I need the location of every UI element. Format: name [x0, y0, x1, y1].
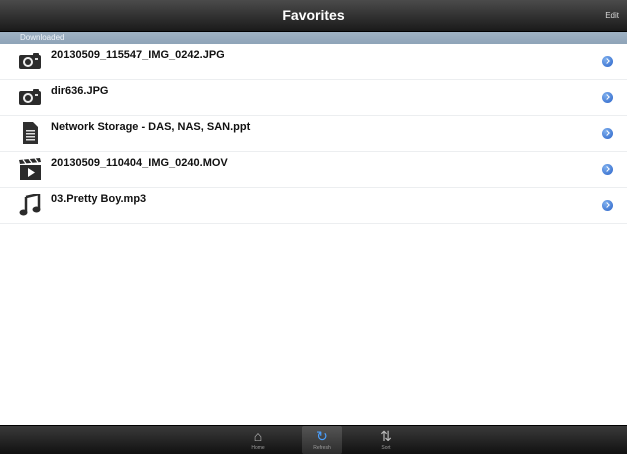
- edit-button[interactable]: Edit: [605, 11, 619, 20]
- tab-label: Home: [251, 445, 265, 451]
- camera-icon: [19, 89, 41, 105]
- navigation-bar: Favorites Edit: [0, 0, 627, 32]
- music-icon: [19, 194, 41, 216]
- favorites-list: 20130509_115547_IMG_0242.JPG dir636.JPG …: [0, 44, 627, 224]
- section-header: Downloaded: [0, 32, 627, 44]
- list-item[interactable]: 03.Pretty Boy.mp3: [0, 188, 627, 224]
- disclosure-icon[interactable]: [602, 56, 613, 67]
- list-item[interactable]: dir636.JPG: [0, 80, 627, 116]
- tab-refresh[interactable]: ↻ Refresh: [302, 426, 342, 454]
- file-name: 03.Pretty Boy.mp3: [51, 193, 147, 205]
- sort-icon: ⇅: [380, 428, 392, 444]
- file-name: 20130509_115547_IMG_0242.JPG: [51, 49, 225, 61]
- video-icon: [19, 158, 41, 180]
- tab-label: Refresh: [313, 445, 331, 451]
- list-item[interactable]: 20130509_110404_IMG_0240.MOV: [0, 152, 627, 188]
- disclosure-icon[interactable]: [602, 92, 613, 103]
- file-name: dir636.JPG: [51, 85, 109, 97]
- refresh-icon: ↻: [316, 428, 328, 444]
- tab-label: Sort: [381, 445, 391, 451]
- list-item[interactable]: Network Storage - DAS, NAS, SAN.ppt: [0, 116, 627, 152]
- home-icon: ⌂: [253, 428, 263, 444]
- tab-bar: ⌂ Home ↻ Refresh ⇅ Sort: [0, 425, 627, 454]
- tab-home[interactable]: ⌂ Home: [238, 426, 278, 454]
- disclosure-icon[interactable]: [602, 164, 613, 175]
- disclosure-icon[interactable]: [602, 200, 613, 211]
- document-icon: [23, 122, 38, 144]
- page-title: Favorites: [282, 7, 345, 23]
- camera-icon: [19, 53, 41, 69]
- tab-sort[interactable]: ⇅ Sort: [366, 426, 406, 454]
- file-name: Network Storage - DAS, NAS, SAN.ppt: [51, 121, 251, 133]
- disclosure-icon[interactable]: [602, 128, 613, 139]
- list-item[interactable]: 20130509_115547_IMG_0242.JPG: [0, 44, 627, 80]
- file-name: 20130509_110404_IMG_0240.MOV: [51, 157, 228, 169]
